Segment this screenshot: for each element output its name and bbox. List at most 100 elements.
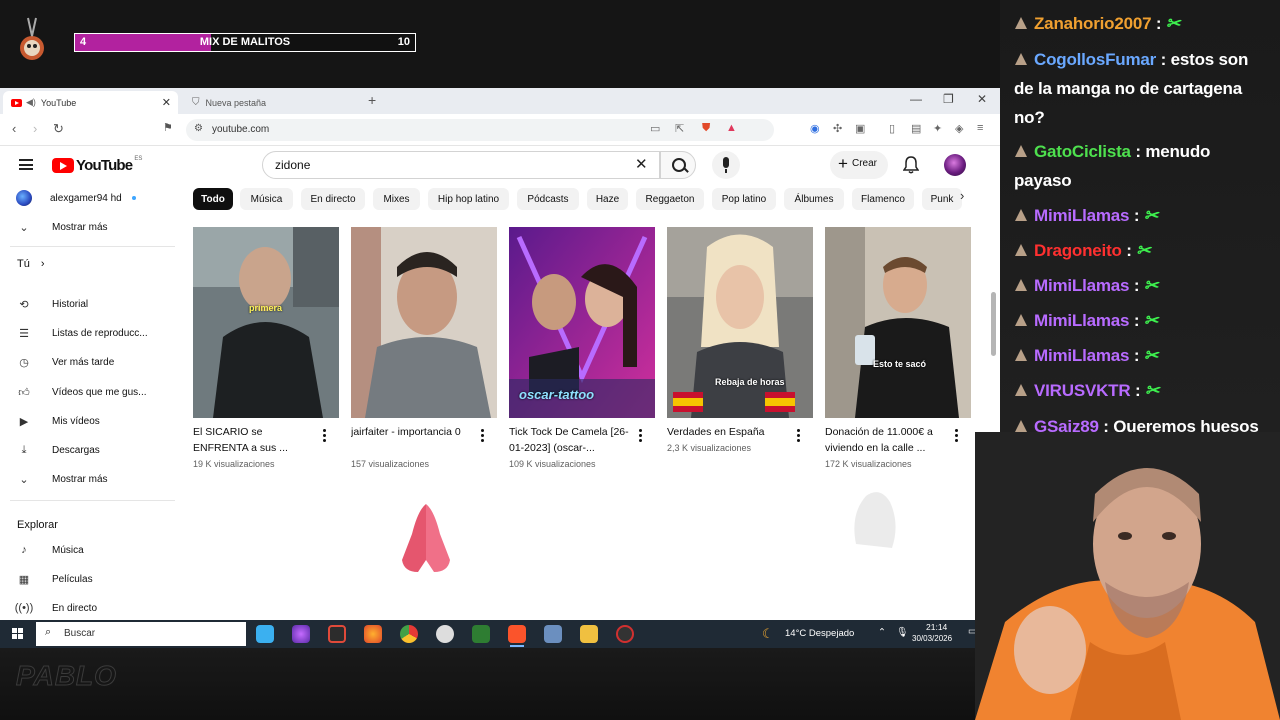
voice-search-mic-icon[interactable] (712, 151, 740, 179)
video-card[interactable]: Rebaja de horas Verdades en España 2,3 K… (667, 227, 813, 453)
chrome-app-icon[interactable] (400, 625, 418, 643)
video-title[interactable]: Donación de 11.000€ a viviendo en la cal… (825, 424, 951, 456)
chat-username[interactable]: CogollosFumar (1034, 50, 1156, 69)
sidebar-item-liked[interactable]: 👍︎ Vídeos que me gus... (16, 382, 146, 402)
taskbar-search-input[interactable]: ⌕ Buscar (36, 622, 246, 646)
video-card[interactable]: jairfaiter - importancia 0 157 visualiza… (351, 227, 497, 469)
chat-username[interactable]: MimiLlamas (1034, 206, 1130, 225)
wallet-icon-2[interactable]: ▤ (911, 122, 921, 135)
clear-search-icon[interactable]: ✕ (635, 155, 648, 173)
site-info-icon[interactable]: ⚙ (194, 123, 203, 134)
close-window-icon[interactable]: ✕ (977, 92, 987, 106)
create-button[interactable]: Crear (830, 151, 888, 179)
screen-icon[interactable]: ▭ (650, 122, 660, 135)
sidebar-item-history[interactable]: ⟲ Historial (16, 294, 88, 314)
wallet-icon[interactable]: ◉ (810, 122, 820, 135)
brave-shield-icon[interactable]: ⛊ (702, 122, 710, 135)
app-icon-2[interactable] (616, 625, 634, 643)
chip-podcasts[interactable]: Pódcasts (517, 188, 579, 210)
minimize-icon[interactable]: — (910, 92, 922, 106)
video-thumbnail[interactable]: Esto te sacó (825, 227, 971, 418)
show-more-subscriptions[interactable]: ⌄ Mostrar más (16, 217, 107, 237)
chip-haze[interactable]: Haze (587, 188, 628, 210)
speaker-icon[interactable]: ◀) (26, 97, 36, 108)
chat-username[interactable]: MimiLlamas (1034, 276, 1130, 295)
sidebar-channel[interactable]: alexgamer94 hd (16, 188, 136, 208)
more-options-icon[interactable] (797, 429, 801, 443)
firefox-app-icon[interactable] (364, 625, 382, 643)
video-card[interactable]: Esto te sacó Donación de 11.000€ a vivie… (825, 227, 971, 469)
sidebar-item-downloads[interactable]: ⤓ Descargas (16, 440, 100, 460)
reload-icon[interactable]: ↻ (53, 121, 64, 137)
youtube-logo[interactable]: YouTube ES (52, 156, 142, 174)
show-more-you[interactable]: ⌄ Mostrar más (16, 469, 107, 489)
media-player-app-icon[interactable] (436, 625, 454, 643)
chip-en-directo[interactable]: En directo (301, 188, 365, 210)
search-input[interactable]: zidone (262, 151, 660, 179)
chips-next-chevron-icon[interactable]: › (960, 188, 964, 203)
forward-icon[interactable]: › (33, 121, 37, 136)
tab-youtube[interactable]: ◀) YouTube ✕ (3, 91, 178, 114)
search-button[interactable] (660, 151, 696, 179)
extensions-icon[interactable]: ✣ (833, 122, 842, 135)
chip-todo[interactable]: Todo (193, 188, 233, 210)
chat-username[interactable]: VIRUSVKTR (1034, 381, 1131, 400)
video-thumbnail[interactable]: oscar-tattoo (509, 227, 655, 418)
sidebar-icon[interactable]: ▯ (889, 122, 895, 135)
video-title[interactable]: El SICARIO se ENFRENTA a sus ... (193, 424, 319, 456)
chat-username[interactable]: Zanahorio2007 (1034, 14, 1152, 33)
chat-username[interactable]: GatoCiclista (1034, 142, 1131, 161)
vpn-icon[interactable]: ◈ (955, 122, 963, 135)
share-icon[interactable]: ⇱ (675, 122, 684, 135)
chip-mixes[interactable]: Mixes (373, 188, 420, 210)
close-tab-icon[interactable]: ✕ (162, 96, 171, 109)
video-card[interactable]: oscar-tattoo Tick Tock De Camela [26-01-… (509, 227, 655, 469)
chip-musica[interactable]: Música (240, 188, 293, 210)
weather-text[interactable]: 14°C Despejado (785, 628, 854, 639)
chip-pop-latino[interactable]: Pop latino (712, 188, 776, 210)
sidebar-item-my-videos[interactable]: ▶ Mis vídeos (16, 411, 100, 431)
chip-albumes[interactable]: Álbumes (784, 188, 844, 210)
video-thumbnail[interactable]: primera (193, 227, 339, 418)
discord-app-icon[interactable] (292, 625, 310, 643)
restore-icon[interactable]: ❐ (943, 92, 954, 106)
more-options-icon[interactable] (955, 429, 959, 443)
more-options-icon[interactable] (323, 429, 327, 443)
video-card[interactable]: primera El SICARIO se ENFRENTA a sus ...… (193, 227, 339, 469)
windows-start-icon[interactable] (12, 628, 23, 639)
chat-username[interactable]: Dragoneito (1034, 241, 1122, 260)
video-title[interactable]: Tick Tock De Camela [26-01-2023] (oscar-… (509, 424, 635, 456)
chat-username[interactable]: MimiLlamas (1034, 346, 1130, 365)
sidebar-item-movies[interactable]: ▦ Películas (16, 569, 93, 589)
brave-app-icon[interactable] (508, 625, 526, 647)
menu-icon[interactable]: ≡ (977, 122, 983, 134)
bookmark-icon[interactable]: ⚑ (163, 121, 173, 134)
app-icon[interactable] (544, 625, 562, 643)
leo-icon[interactable]: ✦ (933, 122, 942, 135)
hamburger-menu-icon[interactable] (19, 159, 33, 170)
video-title[interactable]: jairfaiter - importancia 0 (351, 424, 477, 440)
more-options-icon[interactable] (481, 429, 485, 443)
sidebar-item-music[interactable]: ♪ Música (16, 540, 83, 560)
sidebar-item-playlists[interactable]: ☰ Listas de reproducc... (16, 323, 148, 343)
chip-reggaeton[interactable]: Reggaeton (636, 188, 704, 210)
obs-app-icon[interactable] (328, 625, 346, 643)
chip-hip-hop-latino[interactable]: Hip hop latino (428, 188, 509, 210)
clock-date[interactable]: 30/03/2026 (912, 634, 952, 643)
more-options-icon[interactable] (639, 429, 643, 443)
new-tab-button[interactable]: + (368, 92, 376, 108)
you-section-header[interactable]: Tú › (17, 258, 45, 270)
tab-new[interactable]: ⛉ Nueva pestaña (184, 91, 364, 114)
video-title[interactable]: Verdades en España (667, 424, 793, 440)
file-explorer-icon[interactable] (580, 625, 598, 643)
store-app-icon[interactable] (256, 625, 274, 643)
chat-username[interactable]: MimiLlamas (1034, 311, 1130, 330)
video-thumbnail[interactable]: Rebaja de horas (667, 227, 813, 418)
sidebar-item-live[interactable]: ((•)) En directo (15, 598, 97, 618)
rewards-icon[interactable]: ▲ (726, 122, 737, 134)
video-thumbnail[interactable] (351, 227, 497, 418)
tray-chevron-icon[interactable]: ⌃ (878, 627, 886, 638)
url-field[interactable]: ⚙ youtube.com (186, 119, 774, 141)
account-avatar[interactable] (944, 154, 966, 176)
notifications-bell-icon[interactable] (903, 156, 919, 174)
